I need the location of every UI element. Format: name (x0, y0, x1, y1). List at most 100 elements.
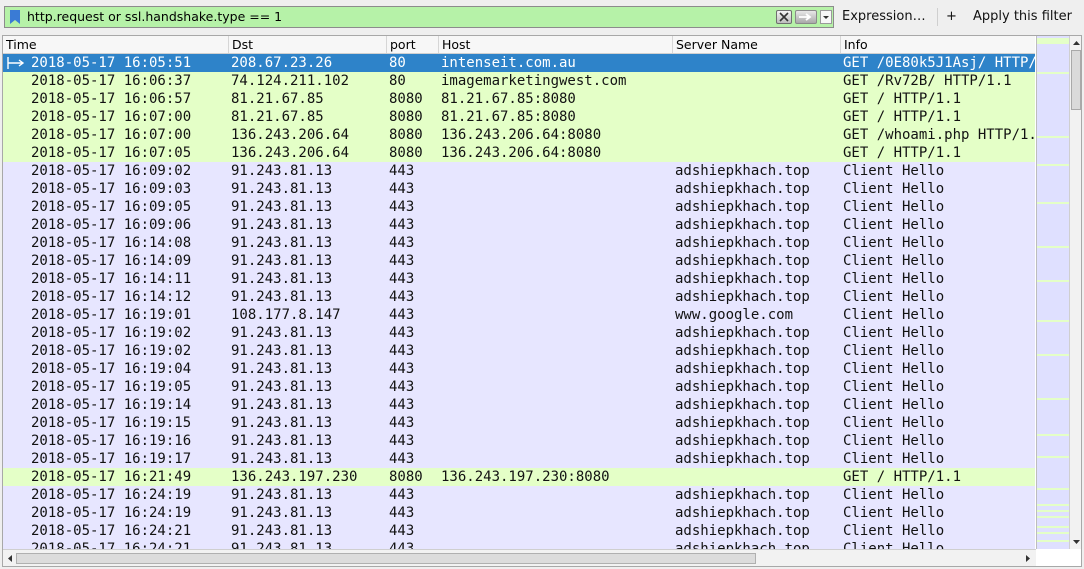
cell-host (441, 234, 673, 252)
cell-info: Client Hello (843, 433, 945, 449)
packet-row[interactable]: 2018-05-17 16:19:02 91.243.81.13 443 adshie… (3, 324, 1035, 342)
cell-info: Client Hello (843, 361, 945, 377)
cell-host: intenseit.com.au (441, 55, 576, 71)
cell-port: 443 (389, 505, 415, 521)
packet-minimap[interactable] (1036, 36, 1070, 549)
clear-filter-icon[interactable] (776, 10, 792, 24)
cell-port: 8080 (389, 469, 423, 485)
cell-host (441, 504, 673, 522)
cell-dst: 91.243.81.13 (231, 163, 333, 179)
expression-button[interactable]: Expression… (842, 8, 926, 26)
packet-row[interactable]: 2018-05-17 16:19:15 91.243.81.13 443 adshie… (3, 414, 1035, 432)
packet-row[interactable]: 2018-05-17 16:07:05 136.243.206.64 8080 136… (3, 144, 1035, 162)
packet-row[interactable]: 2018-05-17 16:05:51 208.67.23.26 80 intense… (3, 54, 1035, 72)
cell-dst: 91.243.81.13 (231, 541, 333, 549)
cell-time: 2018-05-17 16:24:19 (31, 505, 192, 521)
cell-host (441, 306, 673, 324)
display-filter-input[interactable]: http.request or ssl.handshake.type == 1 (4, 6, 834, 28)
minimap-marker (1037, 246, 1070, 248)
scroll-down-icon[interactable] (1071, 537, 1082, 547)
packet-row[interactable]: 2018-05-17 16:14:08 91.243.81.13 443 adshie… (3, 234, 1035, 252)
packet-row[interactable]: 2018-05-17 16:19:01 108.177.8.147 443 www.g… (3, 306, 1035, 324)
apply-arrow-icon[interactable] (795, 10, 817, 24)
bookmark-icon[interactable] (9, 10, 21, 24)
packet-row[interactable]: 2018-05-17 16:14:11 91.243.81.13 443 adshie… (3, 270, 1035, 288)
add-filter-button[interactable]: + (946, 8, 957, 26)
cell-dst: 91.243.81.13 (231, 451, 333, 467)
packet-row[interactable]: 2018-05-17 16:14:12 91.243.81.13 443 adshie… (3, 288, 1035, 306)
cell-info: Client Hello (843, 253, 945, 269)
scroll-right-icon[interactable] (1023, 553, 1033, 564)
cell-info: GET / HTTP/1.1 (843, 469, 962, 485)
packet-row[interactable]: 2018-05-17 16:19:16 91.243.81.13 443 adshie… (3, 432, 1035, 450)
cell-info: Client Hello (843, 451, 945, 467)
cell-host (441, 540, 673, 549)
cell-port: 8080 (389, 145, 423, 161)
cell-time: 2018-05-17 16:19:01 (31, 307, 192, 323)
packet-row[interactable]: 2018-05-17 16:06:57 81.21.67.85 8080 81.21.… (3, 90, 1035, 108)
cell-server-name (675, 126, 841, 144)
cell-dst: 108.177.8.147 (231, 307, 341, 323)
cell-time: 2018-05-17 16:07:00 (31, 109, 192, 125)
packet-row[interactable]: 2018-05-17 16:19:05 91.243.81.13 443 adshie… (3, 378, 1035, 396)
column-header-info[interactable]: Info (841, 36, 1035, 53)
column-header-host[interactable]: Host (439, 36, 673, 53)
packet-list: Time Dst port Host Server Name Info 2018… (2, 35, 1082, 567)
packet-row[interactable]: 2018-05-17 16:19:02 91.243.81.13 443 adshie… (3, 342, 1035, 360)
cell-server-name (675, 468, 841, 486)
cell-dst: 91.243.81.13 (231, 433, 333, 449)
packet-row[interactable]: 2018-05-17 16:09:05 91.243.81.13 443 adshie… (3, 198, 1035, 216)
cell-server-name: adshiepkhach.top (675, 271, 810, 287)
packet-row[interactable]: 2018-05-17 16:24:21 91.243.81.13 443 adshie… (3, 522, 1035, 540)
cell-info: GET /0E80k5J1Asj/ HTTP/1.1 (843, 55, 1035, 71)
packet-row[interactable]: 2018-05-17 16:24:21 91.243.81.13 443 adshie… (3, 540, 1035, 549)
cell-port: 443 (389, 307, 415, 323)
packet-row[interactable]: 2018-05-17 16:14:09 91.243.81.13 443 adshie… (3, 252, 1035, 270)
cell-server-name: adshiepkhach.top (675, 325, 810, 341)
cell-info: Client Hello (843, 343, 945, 359)
cell-host (441, 342, 673, 360)
chevron-down-icon[interactable] (820, 10, 832, 24)
minimap-marker (1037, 516, 1070, 518)
minimap-marker (1037, 526, 1070, 528)
cell-server-name: adshiepkhach.top (675, 235, 810, 251)
cell-dst: 136.243.206.64 (231, 145, 350, 161)
cell-dst: 91.243.81.13 (231, 415, 333, 431)
vertical-scrollbar[interactable] (1069, 36, 1082, 549)
cell-dst: 91.243.81.13 (231, 379, 333, 395)
packet-row[interactable]: 2018-05-17 16:19:04 91.243.81.13 443 adshie… (3, 360, 1035, 378)
horizontal-scroll-thumb[interactable] (16, 553, 756, 564)
cell-info: Client Hello (843, 325, 945, 341)
packet-row[interactable]: 2018-05-17 16:09:06 91.243.81.13 443 adshie… (3, 216, 1035, 234)
cell-info: Client Hello (843, 541, 945, 549)
cell-info: GET / HTTP/1.1 (843, 109, 962, 125)
cell-port: 443 (389, 289, 415, 305)
packet-row[interactable]: 2018-05-17 16:24:19 91.243.81.13 443 adshie… (3, 486, 1035, 504)
column-header-dst[interactable]: Dst (229, 36, 387, 53)
packet-row[interactable]: 2018-05-17 16:24:19 91.243.81.13 443 adshie… (3, 504, 1035, 522)
cell-time: 2018-05-17 16:14:09 (31, 253, 192, 269)
packet-row[interactable]: 2018-05-17 16:09:03 91.243.81.13 443 adshie… (3, 180, 1035, 198)
packet-row[interactable]: 2018-05-17 16:06:37 74.124.211.102 80 image… (3, 72, 1035, 90)
column-header-port[interactable]: port (387, 36, 439, 53)
scroll-up-icon[interactable] (1071, 38, 1082, 48)
horizontal-scrollbar[interactable] (3, 549, 1036, 566)
cell-server-name: adshiepkhach.top (675, 397, 810, 413)
packet-row[interactable]: 2018-05-17 16:19:14 91.243.81.13 443 adshie… (3, 396, 1035, 414)
packet-row[interactable]: 2018-05-17 16:19:17 91.243.81.13 443 adshie… (3, 450, 1035, 468)
column-header-time[interactable]: Time (3, 36, 229, 53)
cell-port: 443 (389, 451, 415, 467)
vertical-scroll-thumb[interactable] (1071, 50, 1081, 110)
packet-row[interactable]: 2018-05-17 16:07:00 136.243.206.64 8080 136… (3, 126, 1035, 144)
packet-row[interactable]: 2018-05-17 16:09:02 91.243.81.13 443 adshie… (3, 162, 1035, 180)
minimap-marker (1037, 72, 1070, 74)
apply-filter-button[interactable]: Apply this filter (973, 8, 1072, 26)
cell-port: 80 (389, 55, 406, 71)
packet-row[interactable]: 2018-05-17 16:07:00 81.21.67.85 8080 81.21.… (3, 108, 1035, 126)
packet-row[interactable]: 2018-05-17 16:21:49 136.243.197.230 8080 13… (3, 468, 1035, 486)
scroll-left-icon[interactable] (5, 553, 15, 564)
cell-server-name: adshiepkhach.top (675, 199, 810, 215)
cell-dst: 91.243.81.13 (231, 325, 333, 341)
cell-port: 443 (389, 541, 415, 549)
column-header-server-name[interactable]: Server Name (673, 36, 841, 53)
